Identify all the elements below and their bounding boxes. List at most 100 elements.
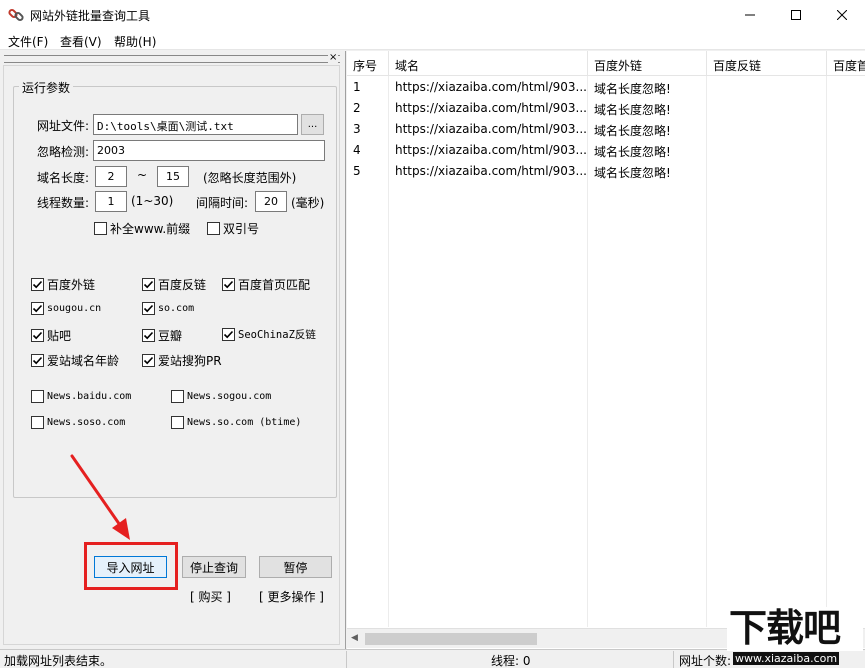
check-icon — [223, 280, 234, 289]
cell-baidu-outlinks: 域名长度忽略! — [594, 103, 671, 117]
checkbox-box — [222, 328, 235, 341]
menu-help[interactable]: 帮助(H) — [114, 33, 156, 50]
check-icon — [143, 304, 154, 313]
status-separator — [346, 651, 347, 668]
check-baidu-homepage[interactable]: 百度首页匹配 — [222, 276, 310, 293]
cell-index: 2 — [353, 101, 361, 115]
maximize-button[interactable] — [773, 0, 819, 30]
annotation-highlight — [84, 542, 178, 590]
check-aizhan-age[interactable]: 爱站域名年龄 — [31, 352, 119, 369]
cell-baidu-outlinks: 域名长度忽略! — [594, 145, 671, 159]
check-baidu-backlinks[interactable]: 百度反链 — [142, 276, 206, 293]
stop-query-button[interactable]: 停止查询 — [182, 556, 246, 578]
check-so-com[interactable]: so.com — [142, 302, 194, 315]
checkbox-box — [171, 416, 184, 429]
pane-close-icon[interactable]: × — [328, 53, 339, 63]
check-aizhan-sogou-pr[interactable]: 爱站搜狗PR — [142, 352, 222, 369]
checkbox-box — [31, 329, 44, 342]
watermark-url: www.xiazaiba.com — [733, 652, 840, 665]
check-news-sogou[interactable]: News.sogou.com — [171, 390, 271, 403]
cell-index: 3 — [353, 122, 361, 136]
cell-baidu-outlinks: 域名长度忽略! — [594, 124, 671, 138]
threads-label: 线程数量: — [37, 196, 90, 210]
check-news-so-btime[interactable]: News.so.com (btime) — [171, 416, 301, 429]
pause-button[interactable]: 暂停 — [259, 556, 332, 578]
status-message: 加载网址列表结束。 — [4, 654, 113, 668]
results-list[interactable]: 序号 域名 百度外链 百度反链 百度首 1 https://xiazaiba.c… — [347, 51, 865, 649]
check-seochinaz[interactable]: SeoChinaZ反链 — [222, 327, 316, 342]
watermark: 下载吧 www.xiazaiba.com — [723, 606, 865, 668]
checkbox-box — [207, 222, 220, 235]
check-news-baidu[interactable]: News.baidu.com — [31, 390, 131, 403]
column-header-baidu-backlinks[interactable]: 百度反链 — [707, 51, 827, 76]
menu-bar: 文件(F) 查看(V) 帮助(H) — [0, 30, 865, 50]
checkbox-box — [142, 278, 155, 291]
column-header-baidu-outlinks[interactable]: 百度外链 — [588, 51, 707, 76]
check-icon — [32, 280, 43, 289]
status-separator — [673, 651, 674, 668]
link-icon — [8, 7, 24, 23]
close-button[interactable] — [819, 0, 865, 30]
checkbox-box — [94, 222, 107, 235]
list-header: 序号 域名 百度外链 百度反链 百度首 — [347, 51, 865, 76]
minimize-icon — [745, 14, 755, 16]
table-row[interactable]: 3 https://xiazaiba.com/html/903... 域名长度忽… — [347, 119, 865, 140]
check-tieba[interactable]: 贴吧 — [31, 327, 71, 344]
domain-length-min-input[interactable]: 2 — [95, 166, 127, 187]
watermark-text: 下载吧 — [729, 606, 841, 650]
threads-input[interactable]: 1 — [95, 191, 127, 212]
more-actions-link[interactable]: [ 更多操作 ] — [259, 588, 324, 605]
maximize-icon — [791, 10, 801, 20]
check-icon — [143, 356, 154, 365]
cell-domain: https://xiazaiba.com/html/903... — [395, 101, 587, 115]
checkbox-box — [142, 302, 155, 315]
interval-label: 间隔时间: — [196, 196, 249, 210]
double-quote-checkbox[interactable]: 双引号 — [207, 220, 259, 237]
complete-www-checkbox[interactable]: 补全www.前缀 — [94, 220, 190, 237]
browse-button[interactable]: ... — [301, 114, 324, 135]
check-news-soso[interactable]: News.soso.com — [31, 416, 125, 429]
pane-grip[interactable] — [4, 55, 340, 63]
ignore-label: 忽略检测: — [37, 145, 90, 159]
checkbox-box — [31, 390, 44, 403]
checkbox-box — [31, 354, 44, 367]
column-header-baidu-home[interactable]: 百度首 — [827, 51, 865, 76]
checkbox-box — [142, 354, 155, 367]
column-header-index[interactable]: 序号 — [347, 51, 389, 76]
window-title: 网站外链批量查询工具 — [30, 9, 151, 23]
domain-length-max-input[interactable]: 15 — [157, 166, 189, 187]
column-header-domain[interactable]: 域名 — [389, 51, 588, 76]
minimize-button[interactable] — [727, 0, 773, 30]
cell-index: 4 — [353, 143, 361, 157]
checkbox-box — [171, 390, 184, 403]
cell-domain: https://xiazaiba.com/html/903... — [395, 80, 587, 94]
interval-input[interactable]: 20 — [255, 191, 287, 212]
domain-length-separator: ~ — [137, 168, 148, 182]
threads-range: (1~30) — [131, 194, 174, 208]
cell-domain: https://xiazaiba.com/html/903... — [395, 122, 587, 136]
table-row[interactable]: 1 https://xiazaiba.com/html/903... 域名长度忽… — [347, 77, 865, 98]
scroll-left-icon[interactable]: ◀ — [351, 633, 358, 643]
ignore-input[interactable]: 2003 — [93, 140, 325, 161]
table-row[interactable]: 5 https://xiazaiba.com/html/903... 域名长度忽… — [347, 161, 865, 182]
cell-domain: https://xiazaiba.com/html/903... — [395, 164, 587, 178]
title-bar: 网站外链批量查询工具 — [0, 0, 865, 30]
buy-link[interactable]: [ 购买 ] — [190, 588, 231, 605]
menu-view[interactable]: 查看(V) — [60, 33, 102, 50]
table-row[interactable]: 2 https://xiazaiba.com/html/903... 域名长度忽… — [347, 98, 865, 119]
domain-length-label: 域名长度: — [37, 171, 90, 185]
url-file-input[interactable]: D:\tools\桌面\测试.txt — [93, 114, 298, 135]
checkbox-box — [31, 278, 44, 291]
checkbox-box — [31, 302, 44, 315]
check-icon — [32, 304, 43, 313]
domain-length-note: (忽略长度范围外) — [203, 171, 297, 185]
cell-baidu-outlinks: 域名长度忽略! — [594, 166, 671, 180]
check-sougou[interactable]: sougou.cn — [31, 302, 101, 315]
menu-file[interactable]: 文件(F) — [8, 33, 48, 50]
table-row[interactable]: 4 https://xiazaiba.com/html/903... 域名长度忽… — [347, 140, 865, 161]
close-icon — [837, 10, 847, 20]
check-icon — [143, 331, 154, 340]
scrollbar-thumb[interactable] — [365, 633, 537, 645]
check-douban[interactable]: 豆瓣 — [142, 327, 182, 344]
check-baidu-outlinks[interactable]: 百度外链 — [31, 276, 95, 293]
